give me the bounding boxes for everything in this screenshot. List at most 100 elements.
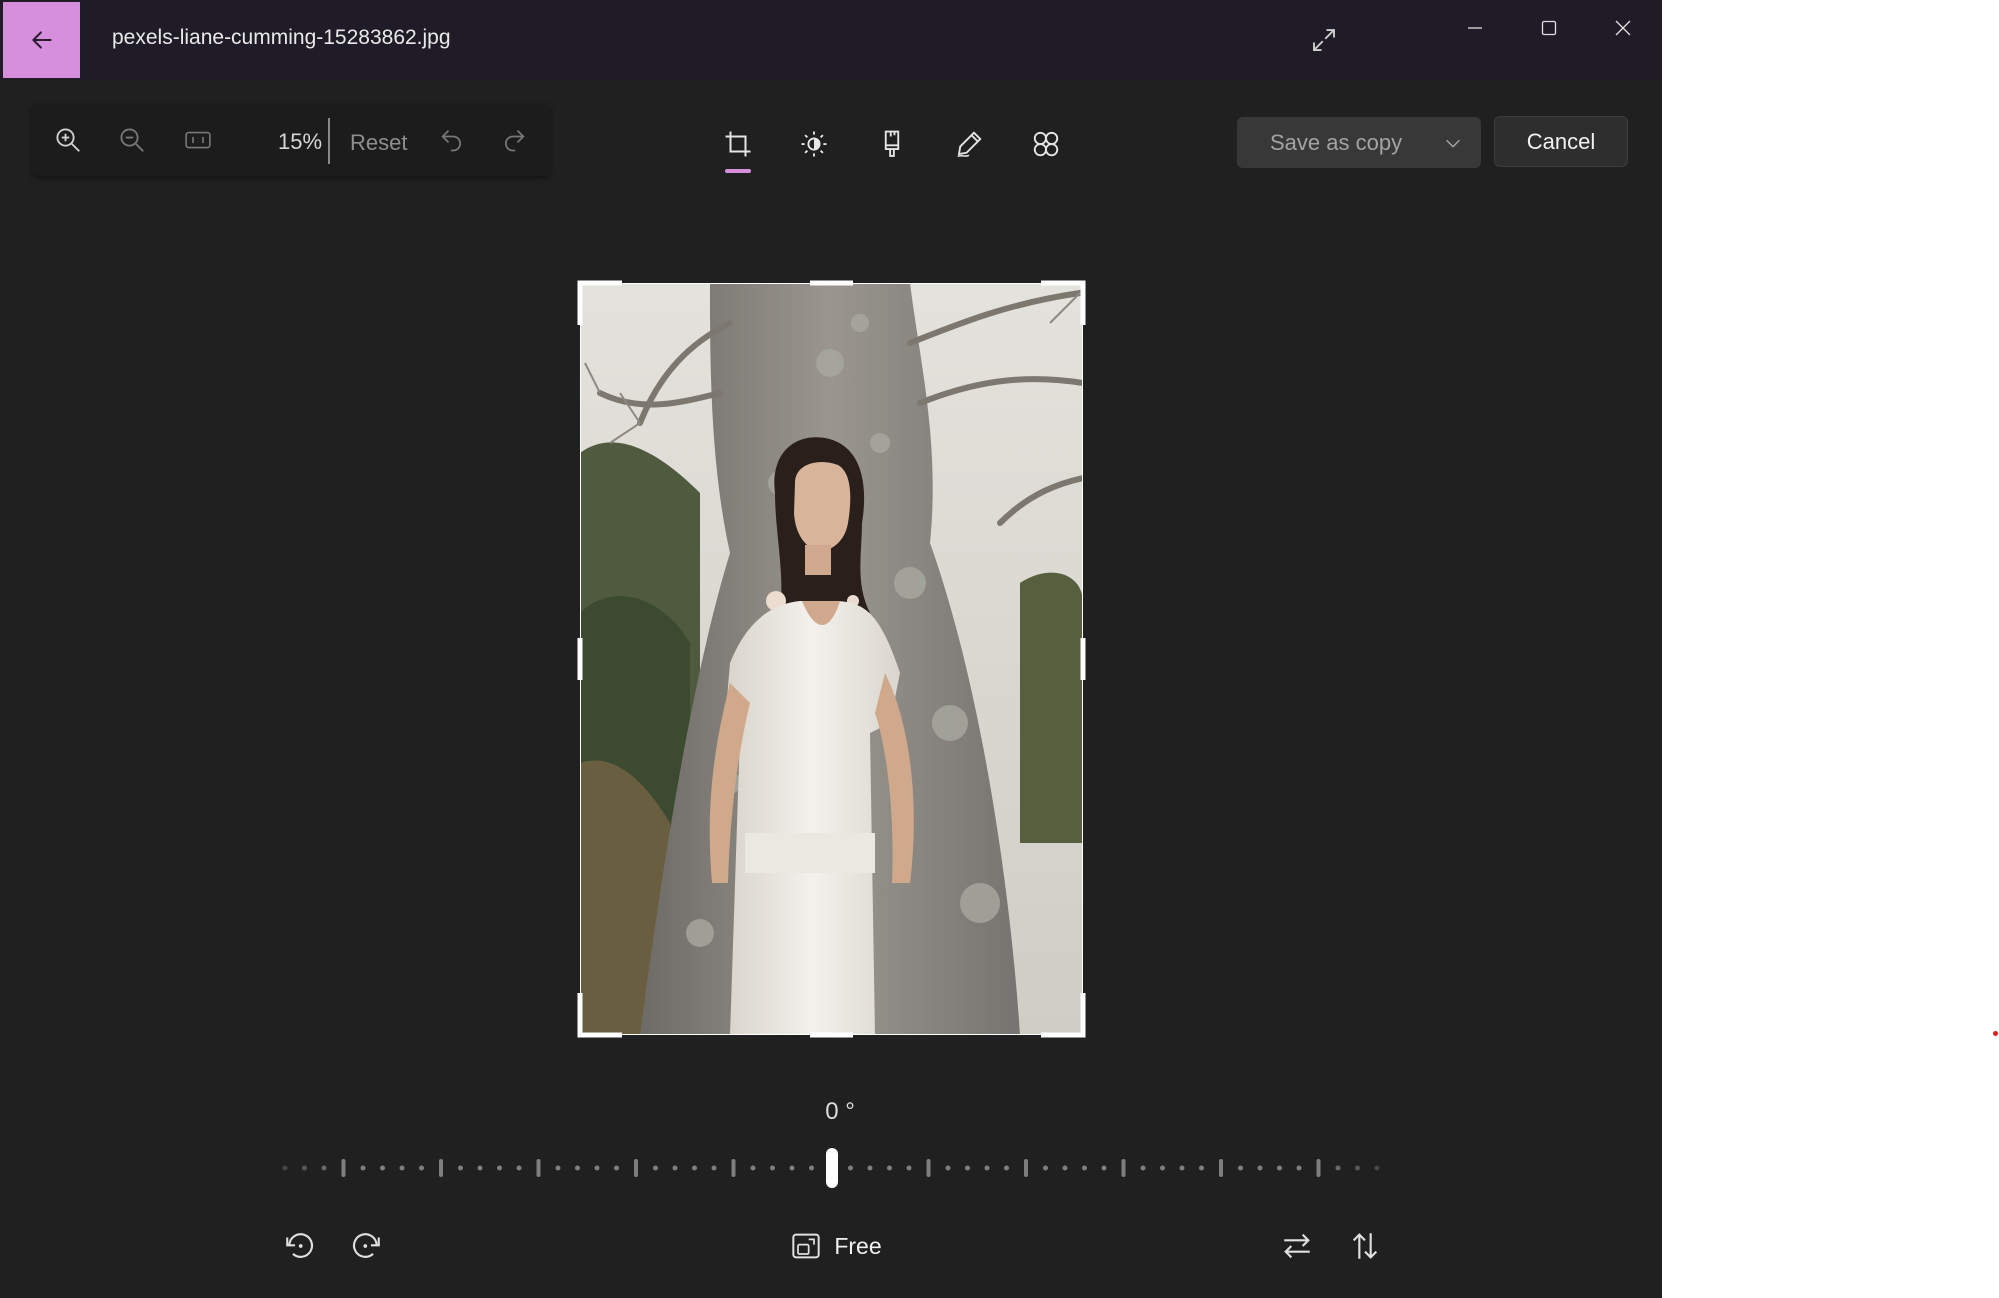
arrow-left-icon (31, 31, 52, 49)
slider-major-tick (731, 1159, 736, 1177)
flip-horizontal-icon (1284, 1233, 1310, 1259)
flip-vertical-button[interactable] (1340, 1222, 1390, 1270)
slider-minor-tick (477, 1165, 483, 1171)
slider-minor-tick (1004, 1165, 1009, 1171)
save-options-dropdown[interactable] (1424, 117, 1481, 168)
tab-filter[interactable] (870, 122, 914, 166)
rotate-left-button[interactable] (275, 1222, 325, 1270)
rotate-right-icon (353, 1233, 380, 1258)
full-screen-button[interactable] (1289, 10, 1359, 70)
slider-minor-tick (1160, 1165, 1165, 1171)
slider-minor-tick (1296, 1165, 1302, 1171)
slider-major-tick (439, 1159, 443, 1177)
slider-minor-tick (399, 1165, 405, 1171)
minimize-button[interactable] (1440, 0, 1510, 56)
slider-minor-tick (594, 1165, 600, 1171)
maximize-icon (1541, 20, 1557, 36)
slider-major-tick (634, 1159, 638, 1177)
slider-minor-tick (887, 1165, 892, 1171)
rotation-angle-label: 0 ° (825, 1098, 855, 1125)
undo-button[interactable] (436, 124, 468, 156)
redo-icon (504, 130, 525, 152)
flip-vertical-icon (1352, 1233, 1378, 1259)
toolbar-divider (328, 118, 330, 164)
view-toolbar: 15% Reset (32, 104, 550, 176)
slider-major-tick (1316, 1159, 1321, 1177)
slider-minor-tick (458, 1165, 463, 1171)
slider-minor-tick (360, 1165, 366, 1171)
brightness-icon (801, 131, 827, 157)
slider-minor-tick (302, 1165, 307, 1171)
filter-brush-icon (884, 130, 900, 157)
slider-major-tick (1121, 1159, 1126, 1177)
slider-minor-tick (672, 1165, 678, 1171)
slider-minor-tick (282, 1165, 288, 1171)
slider-major-tick (341, 1159, 346, 1177)
save-as-copy-button[interactable]: Save as copy (1237, 117, 1481, 168)
slider-minor-tick (1179, 1165, 1185, 1171)
slider-minor-tick (1238, 1165, 1243, 1171)
slider-minor-tick (867, 1165, 873, 1171)
tab-background-effects[interactable] (1024, 122, 1068, 166)
tab-markup[interactable] (947, 122, 991, 166)
maximize-button[interactable] (1514, 0, 1584, 56)
slider-minor-tick (1043, 1165, 1048, 1171)
undo-icon (441, 130, 462, 152)
actual-size-icon (185, 131, 211, 149)
slider-minor-tick (653, 1165, 658, 1171)
slider-major-tick (1024, 1159, 1028, 1177)
slider-major-tick (1219, 1159, 1223, 1177)
slider-minor-tick (1140, 1165, 1146, 1171)
slider-minor-tick (1062, 1165, 1068, 1171)
slider-minor-tick (575, 1165, 580, 1171)
active-tab-indicator (725, 169, 751, 173)
aspect-ratio-icon (792, 1233, 821, 1259)
close-button[interactable] (1588, 0, 1658, 56)
photos-editor-window: pexels-liane-cumming-15283862.jpg 15% Re… (0, 0, 1662, 1298)
straighten-slider[interactable] (275, 1148, 1390, 1188)
slider-minor-tick (965, 1165, 970, 1171)
redo-button[interactable] (498, 124, 530, 156)
slider-minor-tick (380, 1165, 385, 1171)
flip-horizontal-button[interactable] (1272, 1222, 1322, 1270)
close-icon (1615, 20, 1631, 36)
tab-adjustment[interactable] (792, 122, 836, 166)
background-effects-icon (1033, 131, 1059, 157)
actual-size-button[interactable] (182, 124, 214, 156)
cursor-marker (1993, 1031, 1998, 1036)
slider-thumb (826, 1148, 838, 1188)
zoom-out-icon (120, 128, 144, 152)
zoom-out-button[interactable] (116, 124, 148, 156)
slider-minor-tick (711, 1165, 717, 1171)
slider-minor-tick (984, 1165, 990, 1171)
slider-minor-tick (770, 1165, 775, 1171)
slider-minor-tick (497, 1165, 502, 1171)
pen-markup-icon (957, 131, 982, 158)
title-bar: pexels-liane-cumming-15283862.jpg (0, 0, 1662, 80)
slider-minor-tick (750, 1165, 756, 1171)
tab-crop[interactable] (716, 122, 760, 166)
slider-minor-tick (848, 1165, 853, 1171)
photo-crop-area[interactable] (580, 283, 1083, 1035)
slider-minor-tick (555, 1165, 561, 1171)
reset-button[interactable]: Reset (350, 130, 407, 156)
minimize-icon (1468, 27, 1482, 29)
slider-minor-tick (1257, 1165, 1263, 1171)
file-name: pexels-liane-cumming-15283862.jpg (112, 26, 451, 49)
cancel-button[interactable]: Cancel (1494, 116, 1628, 167)
rotate-left-icon (286, 1233, 313, 1258)
crop-icon (725, 131, 751, 157)
slider-minor-tick (516, 1165, 522, 1171)
rotate-right-button[interactable] (341, 1222, 391, 1270)
back-button[interactable] (3, 2, 80, 78)
photo-image (580, 283, 1083, 1035)
zoom-in-button[interactable] (52, 124, 84, 156)
slider-minor-tick (1335, 1165, 1341, 1171)
slider-minor-tick (321, 1165, 327, 1171)
slider-minor-tick (1082, 1165, 1087, 1171)
slider-major-tick (536, 1159, 541, 1177)
slider-minor-tick (614, 1165, 619, 1171)
slider-minor-tick (1355, 1165, 1360, 1171)
aspect-ratio-button[interactable]: Free (786, 1222, 886, 1270)
slider-minor-tick (809, 1165, 814, 1171)
